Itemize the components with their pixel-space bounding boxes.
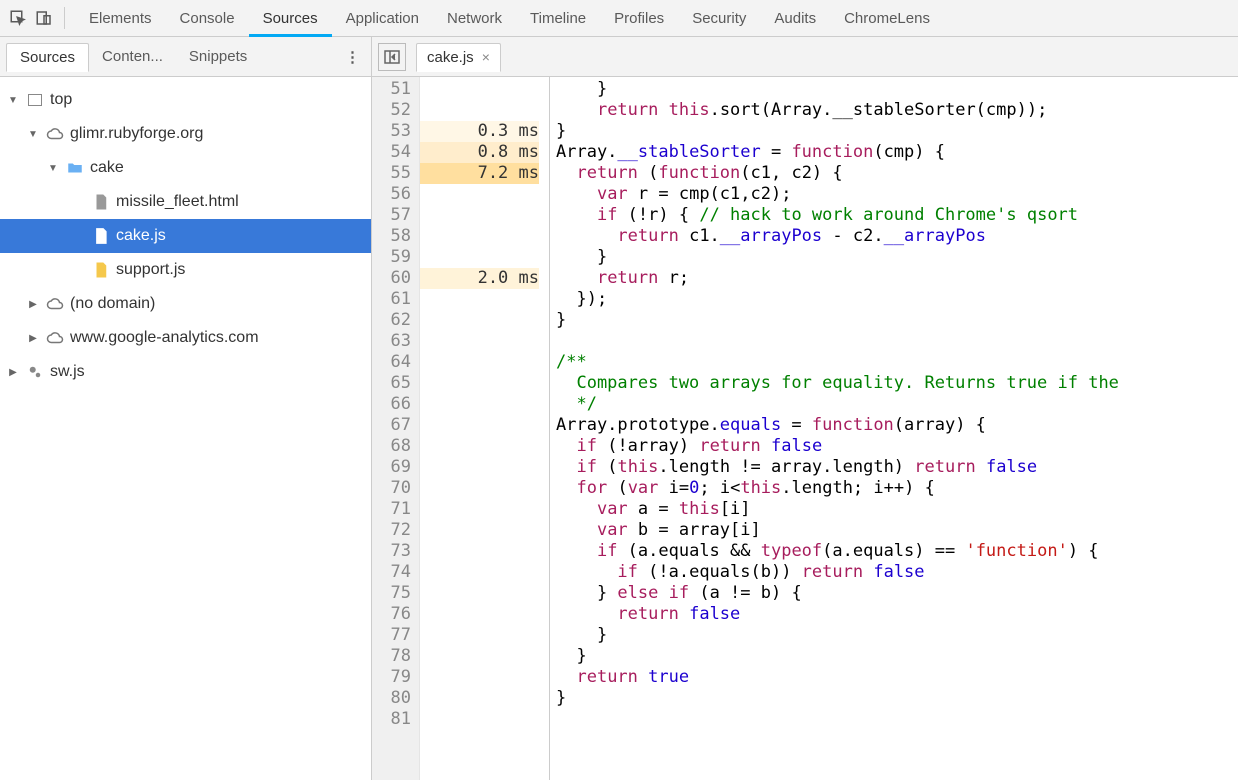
- timing-gutter: 0.3 ms0.8 ms7.2 ms2.0 ms: [420, 77, 550, 780]
- devtools-top-tabs: Elements Console Sources Application Net…: [0, 0, 1238, 37]
- gears-icon: [24, 363, 46, 381]
- tree-label: cake.js: [116, 227, 166, 245]
- cloud-icon: [44, 329, 66, 347]
- tab-audits[interactable]: Audits: [760, 0, 830, 36]
- editor-panel: cake.js × 515253545556575859606162636465…: [372, 37, 1238, 780]
- tree-label: sw.js: [50, 363, 85, 381]
- tab-security[interactable]: Security: [678, 0, 760, 36]
- tab-application[interactable]: Application: [332, 0, 433, 36]
- line-number-gutter: 5152535455565758596061626364656667686970…: [372, 77, 420, 780]
- nav-tab-sources[interactable]: Sources: [6, 43, 89, 72]
- cloud-icon: [44, 125, 66, 143]
- tree-file-cake[interactable]: cake.js: [0, 219, 371, 253]
- chevron-down-icon: ▼: [26, 129, 40, 140]
- file-icon: [90, 261, 112, 279]
- tab-elements[interactable]: Elements: [75, 0, 166, 36]
- tree-label: (no domain): [70, 295, 155, 313]
- tree-label: missile_fleet.html: [116, 193, 239, 211]
- tree-nodomain[interactable]: ▶ (no domain): [0, 287, 371, 321]
- tab-profiles[interactable]: Profiles: [600, 0, 678, 36]
- tree-label: support.js: [116, 261, 185, 279]
- nav-more-icon[interactable]: ⋮: [345, 48, 361, 66]
- device-toggle-icon[interactable]: [34, 9, 54, 27]
- inspect-icon[interactable]: [8, 9, 28, 27]
- toggle-navigator-icon[interactable]: [378, 43, 406, 71]
- tab-chromelens[interactable]: ChromeLens: [830, 0, 944, 36]
- folder-icon: [64, 159, 86, 177]
- tree-domain[interactable]: ▼ glimr.rubyforge.org: [0, 117, 371, 151]
- chevron-down-icon: ▼: [46, 163, 60, 174]
- code-editor[interactable]: 5152535455565758596061626364656667686970…: [372, 77, 1238, 780]
- tree-folder-cake[interactable]: ▼ cake: [0, 151, 371, 185]
- navigator-tabs: Sources Conten... Snippets ⋮: [0, 37, 371, 77]
- close-icon[interactable]: ×: [482, 49, 490, 65]
- tab-network[interactable]: Network: [433, 0, 516, 36]
- tab-sources[interactable]: Sources: [249, 0, 332, 36]
- tree-file-missile[interactable]: missile_fleet.html: [0, 185, 371, 219]
- cloud-icon: [44, 295, 66, 313]
- nav-tab-snippets[interactable]: Snippets: [176, 43, 260, 70]
- nav-tab-content[interactable]: Conten...: [89, 43, 176, 70]
- tree-file-support[interactable]: support.js: [0, 253, 371, 287]
- frame-icon: [24, 94, 46, 106]
- file-tree: ▼ top ▼ glimr.rubyforge.org ▼ cake: [0, 77, 371, 780]
- navigator-panel: Sources Conten... Snippets ⋮ ▼ top ▼ gli…: [0, 37, 372, 780]
- file-icon: [90, 193, 112, 211]
- tree-label: glimr.rubyforge.org: [70, 125, 203, 143]
- tab-console[interactable]: Console: [166, 0, 249, 36]
- divider: [64, 7, 65, 29]
- editor-tabstrip: cake.js ×: [372, 37, 1238, 77]
- code-content[interactable]: } return this.sort(Array.__stableSorter(…: [550, 77, 1238, 780]
- tree-ga[interactable]: ▶ www.google-analytics.com: [0, 321, 371, 355]
- tree-label: top: [50, 91, 72, 109]
- tree-sw[interactable]: ▶ sw.js: [0, 355, 371, 389]
- editor-tab-label: cake.js: [427, 49, 474, 66]
- chevron-down-icon: ▼: [6, 95, 20, 106]
- file-icon: [90, 227, 112, 245]
- chevron-right-icon: ▶: [26, 333, 40, 344]
- tab-timeline[interactable]: Timeline: [516, 0, 600, 36]
- tree-label: cake: [90, 159, 124, 177]
- chevron-right-icon: ▶: [26, 299, 40, 310]
- chevron-right-icon: ▶: [6, 367, 20, 378]
- tree-frame-top[interactable]: ▼ top: [0, 83, 371, 117]
- editor-tab-cake[interactable]: cake.js ×: [416, 43, 501, 72]
- tree-label: www.google-analytics.com: [70, 329, 259, 347]
